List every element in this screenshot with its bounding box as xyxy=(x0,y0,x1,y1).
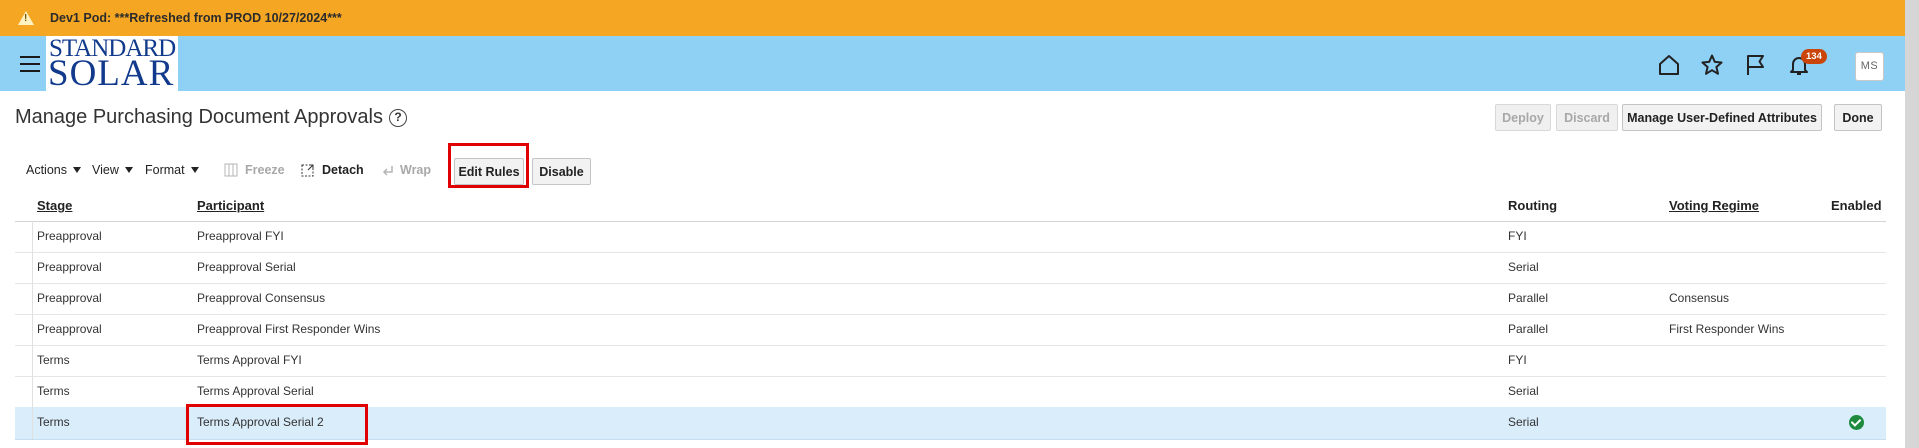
cell-participant: Terms Approval FYI xyxy=(197,353,302,367)
view-menu[interactable]: View xyxy=(92,163,133,177)
cell-stage: Preapproval xyxy=(37,322,102,336)
participant-highlight xyxy=(186,404,368,445)
actions-menu[interactable]: Actions xyxy=(26,163,81,177)
cell-routing: FYI xyxy=(1508,229,1527,243)
table-header-row: Stage Participant Routing Voting Regime … xyxy=(15,190,1886,222)
star-icon[interactable] xyxy=(1700,53,1724,77)
flag-icon[interactable] xyxy=(1744,53,1768,77)
freeze-button[interactable]: Freeze xyxy=(245,163,285,177)
wrap-icon xyxy=(382,166,393,176)
chevron-down-icon xyxy=(190,167,199,173)
cell-stage: Preapproval xyxy=(37,291,102,305)
column-header-routing: Routing xyxy=(1508,198,1558,213)
cell-routing: Serial xyxy=(1508,415,1539,429)
menu-icon[interactable] xyxy=(20,56,40,72)
table-row[interactable]: Preapproval Preapproval Serial Serial xyxy=(15,252,1886,284)
freeze-icon xyxy=(224,163,238,177)
disable-button[interactable]: Disable xyxy=(532,158,591,185)
manage-user-defined-attributes-button[interactable]: Manage User-Defined Attributes xyxy=(1622,104,1822,131)
environment-banner: ! Dev1 Pod: ***Refreshed from PROD 10/27… xyxy=(0,0,1905,36)
cell-routing: Parallel xyxy=(1508,291,1549,305)
wrap-button[interactable]: Wrap xyxy=(400,163,431,177)
actions-menu-label: Actions xyxy=(26,163,67,177)
row-header[interactable] xyxy=(15,345,33,376)
row-header[interactable] xyxy=(15,252,33,283)
column-header-enabled: Enabled xyxy=(1831,198,1882,213)
edit-rules-highlight xyxy=(448,143,529,188)
cell-stage: Terms xyxy=(37,415,70,429)
cell-stage: Preapproval xyxy=(37,229,102,243)
view-menu-label: View xyxy=(92,163,119,177)
discard-button[interactable]: Discard xyxy=(1556,104,1618,131)
cell-routing: Parallel xyxy=(1508,322,1549,336)
cell-voting-regime: Consensus xyxy=(1669,291,1730,305)
company-logo[interactable]: STANDARD SOLAR xyxy=(46,36,178,91)
column-header-stage[interactable]: Stage xyxy=(37,198,72,213)
cell-stage: Terms xyxy=(37,384,70,398)
cell-stage: Preapproval xyxy=(37,260,102,274)
row-header[interactable] xyxy=(15,283,33,314)
cell-routing: FYI xyxy=(1508,353,1527,367)
detach-icon xyxy=(301,164,314,177)
global-header: STANDARD SOLAR 134 MS xyxy=(0,36,1905,91)
notifications-badge: 134 xyxy=(1801,49,1827,64)
row-header[interactable] xyxy=(15,314,33,345)
cell-stage: Terms xyxy=(37,353,70,367)
logo-line2: SOLAR xyxy=(48,53,175,91)
column-header-voting-regime[interactable]: Voting Regime xyxy=(1669,198,1759,213)
app-frame: ! Dev1 Pod: ***Refreshed from PROD 10/27… xyxy=(0,0,1905,448)
row-header[interactable] xyxy=(15,407,33,439)
row-header[interactable] xyxy=(15,376,33,407)
table-row[interactable]: Preapproval Preapproval Consensus Parall… xyxy=(15,283,1886,315)
format-menu[interactable]: Format xyxy=(145,163,199,177)
format-menu-label: Format xyxy=(145,163,185,177)
chevron-down-icon xyxy=(73,167,81,173)
cell-routing: Serial xyxy=(1508,384,1539,398)
enabled-check-icon xyxy=(1849,415,1864,430)
help-icon[interactable]: ? xyxy=(389,109,407,127)
cell-participant: Preapproval FYI xyxy=(197,229,284,243)
column-header-participant[interactable]: Participant xyxy=(197,198,264,213)
window-edge xyxy=(1905,0,1919,448)
chevron-down-icon xyxy=(124,167,133,173)
deploy-button[interactable]: Deploy xyxy=(1495,104,1551,131)
warning-icon: ! xyxy=(18,11,34,25)
table-row[interactable]: Preapproval Preapproval First Responder … xyxy=(15,314,1886,346)
cell-participant: Terms Approval Serial xyxy=(197,384,314,398)
user-avatar[interactable]: MS xyxy=(1855,52,1884,81)
detach-button[interactable]: Detach xyxy=(322,163,364,177)
banner-text: Dev1 Pod: ***Refreshed from PROD 10/27/2… xyxy=(50,11,342,25)
cell-participant: Preapproval Serial xyxy=(197,260,296,274)
cell-participant: Preapproval Consensus xyxy=(197,291,326,305)
cell-routing: Serial xyxy=(1508,260,1539,274)
table-row[interactable]: Terms Terms Approval FYI FYI xyxy=(15,345,1886,377)
home-icon[interactable] xyxy=(1657,53,1681,77)
cell-voting-regime: First Responder Wins xyxy=(1669,322,1785,336)
done-button[interactable]: Done xyxy=(1834,104,1882,131)
row-header[interactable] xyxy=(15,221,33,252)
page-title: Manage Purchasing Document Approvals xyxy=(15,106,383,128)
cell-participant: Preapproval First Responder Wins xyxy=(197,322,381,336)
table-row[interactable]: Preapproval Preapproval FYI FYI xyxy=(15,221,1886,253)
